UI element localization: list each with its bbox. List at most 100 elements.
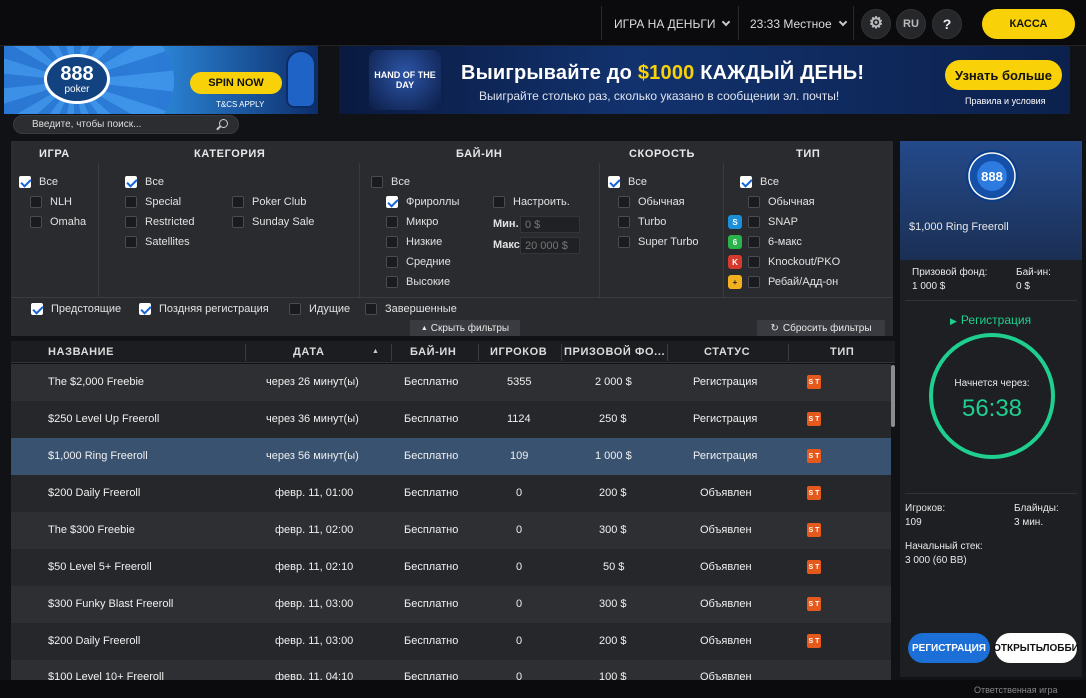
checkbox-upcoming[interactable]: Предстоящие bbox=[31, 303, 121, 315]
checkbox[interactable] bbox=[30, 216, 42, 228]
checkbox-type-knockout[interactable]: Knockout/PKO bbox=[748, 256, 840, 268]
checkbox[interactable] bbox=[289, 303, 301, 315]
help-button[interactable]: ? bbox=[932, 9, 962, 39]
time-dropdown[interactable]: 23:33 Местное bbox=[750, 17, 847, 31]
search-input[interactable] bbox=[32, 116, 202, 133]
checkbox-category-sunday-sale[interactable]: Sunday Sale bbox=[232, 216, 314, 228]
min-buyin-input[interactable] bbox=[520, 216, 580, 233]
checkbox-checked[interactable] bbox=[139, 303, 151, 315]
checkbox-speed-normal[interactable]: Обычная bbox=[618, 196, 685, 208]
checkbox[interactable] bbox=[386, 276, 398, 288]
open-lobby-button[interactable]: ОТКРЫТЬЛОББИ bbox=[993, 633, 1079, 663]
table-row[interactable]: $300 Funky Blast Freeroll февр. 11, 03:0… bbox=[11, 586, 891, 623]
spin-promo-banner[interactable]: 888 poker SPIN NOW T&CS APPLY bbox=[4, 46, 318, 114]
checkbox[interactable] bbox=[232, 196, 244, 208]
checkbox-checked[interactable] bbox=[31, 303, 43, 315]
checkbox[interactable] bbox=[386, 236, 398, 248]
checkbox-checked[interactable] bbox=[125, 176, 137, 188]
table-row[interactable]: $50 Level 5+ Freeroll февр. 11, 02:10 Бе… bbox=[11, 549, 891, 586]
settings-button[interactable]: ⚙ bbox=[861, 9, 891, 39]
checkbox[interactable] bbox=[365, 303, 377, 315]
checkbox-category-satellites[interactable]: Satellites bbox=[125, 236, 190, 248]
column-players[interactable]: ИГРОКОВ bbox=[490, 346, 547, 358]
column-date[interactable]: ДАТА bbox=[293, 346, 325, 358]
game-mode-dropdown[interactable]: ИГРА НА ДЕНЬГИ bbox=[614, 17, 731, 31]
checkbox[interactable] bbox=[748, 236, 760, 248]
checkbox[interactable] bbox=[748, 256, 760, 268]
checkbox[interactable] bbox=[386, 216, 398, 228]
spin-now-button[interactable]: SPIN NOW bbox=[190, 72, 282, 94]
column-prize[interactable]: ПРИЗОВОЙ ФО... bbox=[564, 346, 665, 358]
type-badge-icon: S T bbox=[807, 449, 821, 463]
table-row[interactable]: The $2,000 Freebie через 26 минут(ы) Бес… bbox=[11, 364, 891, 401]
table-row-selected[interactable]: $1,000 Ring Freeroll через 56 минут(ы) Б… bbox=[11, 438, 891, 475]
checkbox-running[interactable]: Идущие bbox=[289, 303, 350, 315]
checkbox-checked[interactable] bbox=[386, 196, 398, 208]
learn-more-button[interactable]: Узнать больше bbox=[945, 60, 1062, 90]
checkbox-category-all[interactable]: Все bbox=[125, 176, 164, 188]
play-icon: ▶ bbox=[950, 316, 957, 326]
checkbox-buyin-custom[interactable]: Настроить. bbox=[493, 196, 570, 208]
max-buyin-input[interactable] bbox=[520, 237, 580, 254]
column-name[interactable]: НАЗВАНИЕ bbox=[48, 346, 114, 358]
checkbox[interactable] bbox=[30, 196, 42, 208]
checkbox[interactable] bbox=[125, 236, 137, 248]
checkbox-speed-all[interactable]: Все bbox=[608, 176, 647, 188]
checkbox-buyin-freerolls[interactable]: Фрироллы bbox=[386, 196, 459, 208]
checkbox-type-6max[interactable]: 6-макс bbox=[748, 236, 802, 248]
checkbox-type-rebuy[interactable]: Ребай/Адд-он bbox=[748, 276, 838, 288]
checkbox-type-all[interactable]: Все bbox=[740, 176, 779, 188]
checkbox[interactable] bbox=[748, 196, 760, 208]
column-type[interactable]: ТИП bbox=[830, 346, 854, 358]
checkbox-type-snap[interactable]: SNAP bbox=[748, 216, 798, 228]
checkbox[interactable] bbox=[618, 236, 630, 248]
checkbox-buyin-high[interactable]: Высокие bbox=[386, 276, 450, 288]
checkbox-type-normal[interactable]: Обычная bbox=[748, 196, 815, 208]
checkbox-game-nlh[interactable]: NLH bbox=[30, 196, 72, 208]
language-button[interactable]: RU bbox=[896, 9, 926, 39]
checkbox-checked[interactable] bbox=[740, 176, 752, 188]
column-buyin[interactable]: БАЙ-ИН bbox=[410, 346, 456, 358]
reset-filters-button[interactable]: ↻ Сбросить фильтры bbox=[757, 320, 885, 336]
checkbox[interactable] bbox=[371, 176, 383, 188]
checkbox-checked[interactable] bbox=[608, 176, 620, 188]
checkbox[interactable] bbox=[125, 216, 137, 228]
hand-of-the-day-banner[interactable]: HAND OF THE DAY Выигрывайте до $1000 КАЖ… bbox=[339, 46, 1070, 114]
checkbox[interactable] bbox=[618, 196, 630, 208]
checkbox[interactable] bbox=[748, 276, 760, 288]
checkbox[interactable] bbox=[618, 216, 630, 228]
checkbox-speed-turbo[interactable]: Turbo bbox=[618, 216, 666, 228]
checkbox-category-restricted[interactable]: Restricted bbox=[125, 216, 195, 228]
checkbox[interactable] bbox=[232, 216, 244, 228]
checkbox-category-poker-club[interactable]: Poker Club bbox=[232, 196, 306, 208]
checkbox-speed-super-turbo[interactable]: Super Turbo bbox=[618, 236, 699, 248]
cashier-button[interactable]: КАССА bbox=[982, 9, 1075, 39]
search-box[interactable] bbox=[13, 115, 239, 134]
table-scrollbar[interactable] bbox=[891, 365, 895, 427]
table-row[interactable]: $250 Level Up Freeroll через 36 минут(ы)… bbox=[11, 401, 891, 438]
table-row[interactable]: $100 Level 10+ Freeroll февр. 11, 04:10 … bbox=[11, 660, 891, 680]
checkbox-late-registration[interactable]: Поздняя регистрация bbox=[139, 303, 269, 315]
checkbox[interactable] bbox=[386, 256, 398, 268]
checkbox-finished[interactable]: Завершенные bbox=[365, 303, 457, 315]
checkbox-buyin-micro[interactable]: Микро bbox=[386, 216, 438, 228]
checkbox[interactable] bbox=[125, 196, 137, 208]
checkbox-buyin-low[interactable]: Низкие bbox=[386, 236, 442, 248]
table-row[interactable]: $200 Daily Freeroll февр. 11, 01:00 Бесп… bbox=[11, 475, 891, 512]
responsible-gaming-link[interactable]: Ответственная игра bbox=[974, 685, 1057, 695]
table-row[interactable]: The $300 Freebie февр. 11, 02:00 Бесплат… bbox=[11, 512, 891, 549]
search-icon[interactable] bbox=[219, 119, 228, 128]
rules-link[interactable]: Правила и условия bbox=[965, 96, 1046, 106]
checkbox-buyin-all[interactable]: Все bbox=[371, 176, 410, 188]
checkbox[interactable] bbox=[493, 196, 505, 208]
checkbox-checked[interactable] bbox=[19, 176, 31, 188]
column-status[interactable]: СТАТУС bbox=[704, 346, 750, 358]
checkbox-game-all[interactable]: Все bbox=[19, 176, 58, 188]
register-button[interactable]: РЕГИСТРАЦИЯ bbox=[908, 633, 990, 663]
checkbox-category-special[interactable]: Special bbox=[125, 196, 181, 208]
hide-filters-button[interactable]: ▲ Скрыть фильтры bbox=[410, 320, 520, 336]
table-row[interactable]: $200 Daily Freeroll февр. 11, 03:00 Бесп… bbox=[11, 623, 891, 660]
checkbox[interactable] bbox=[748, 216, 760, 228]
checkbox-game-omaha[interactable]: Omaha bbox=[30, 216, 86, 228]
checkbox-buyin-medium[interactable]: Средние bbox=[386, 256, 451, 268]
